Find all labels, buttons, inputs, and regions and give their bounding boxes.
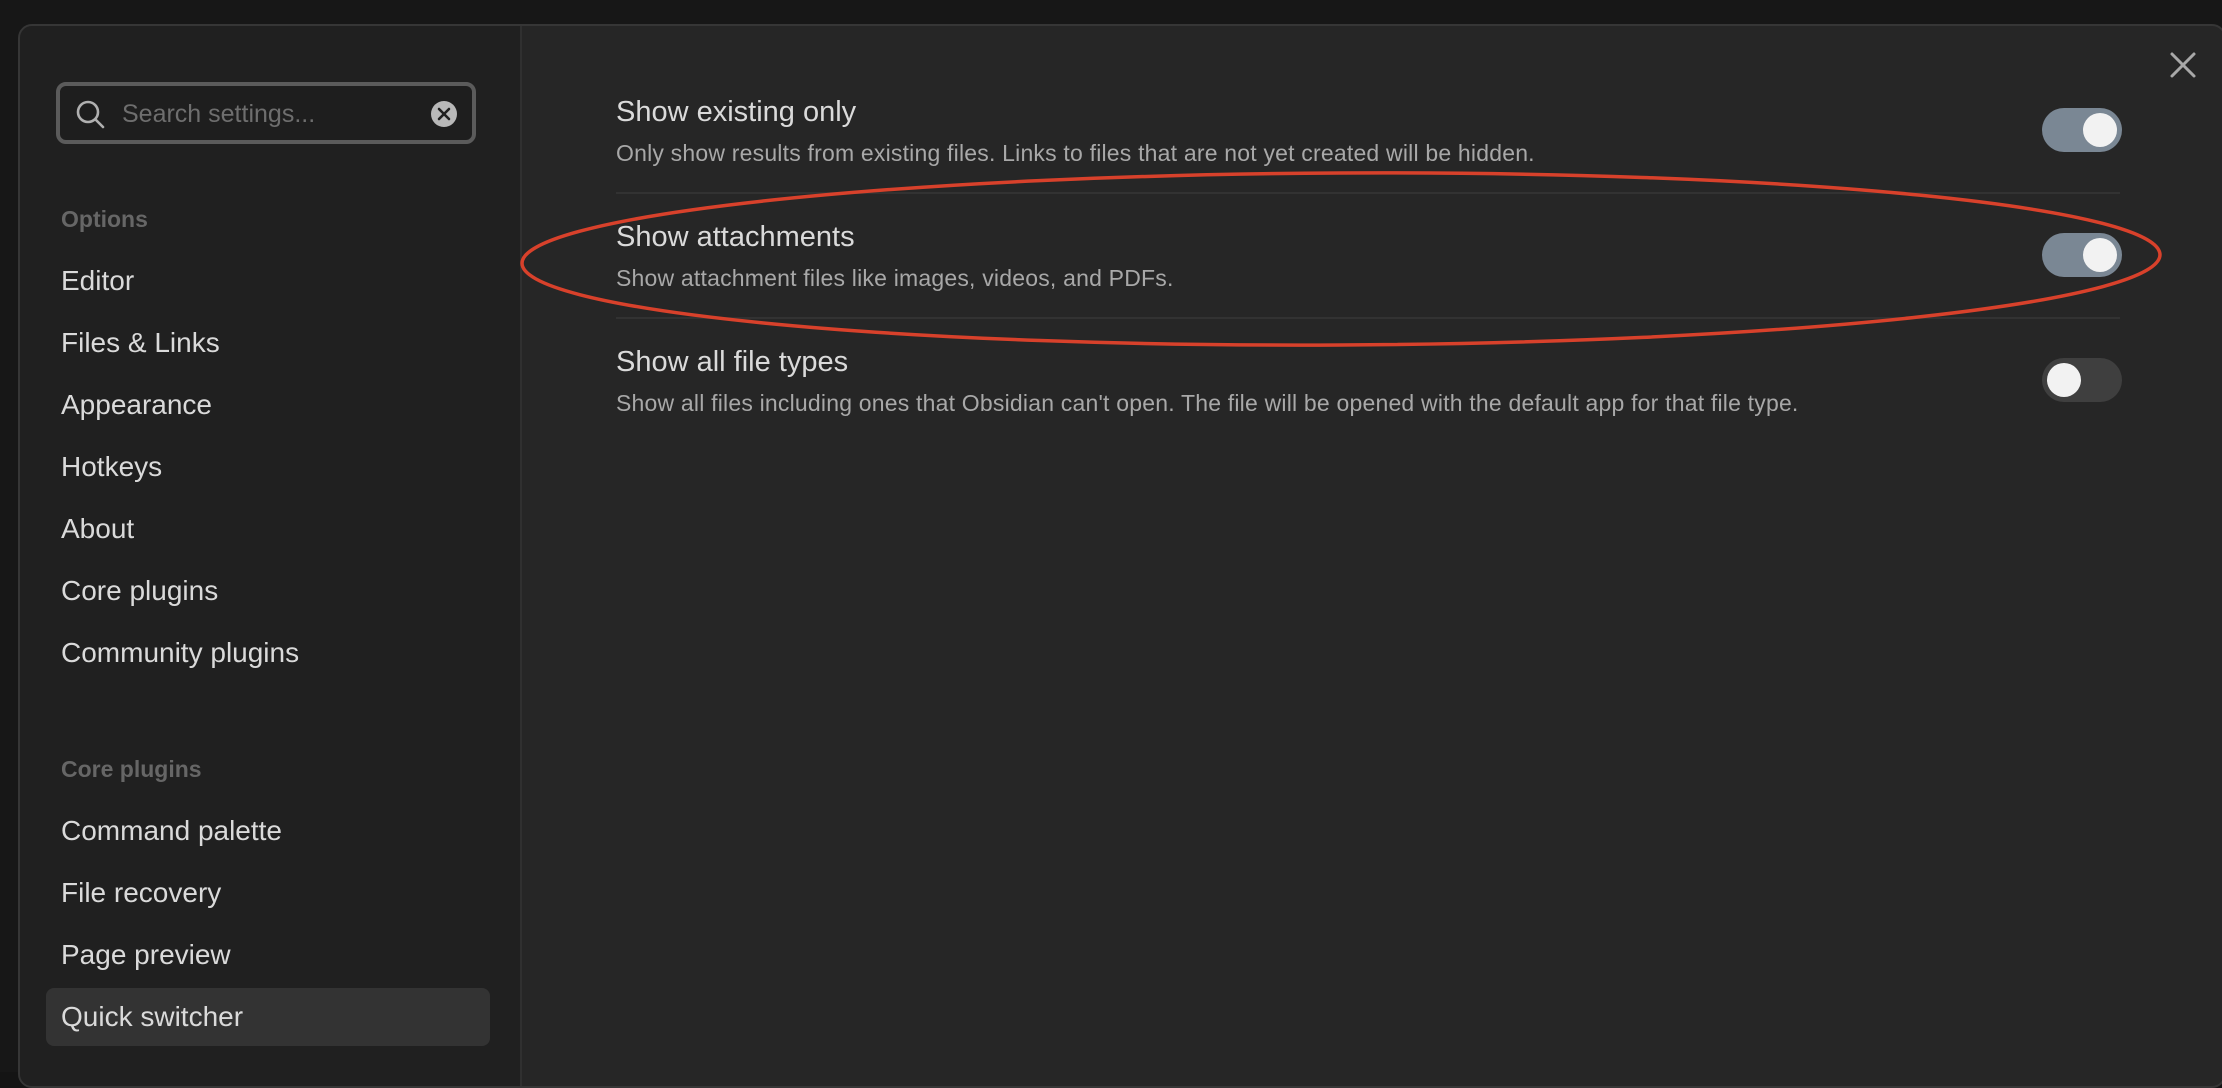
sidebar-item-hotkeys[interactable]: Hotkeys [46, 438, 490, 496]
settings-modal: Options Editor Files & Links Appearance … [18, 24, 2222, 1088]
search-icon [76, 100, 105, 129]
toggle-show-all-file-types[interactable] [2042, 358, 2122, 402]
settings-sidebar: Options Editor Files & Links Appearance … [20, 26, 522, 1086]
settings-content: Show existing only Only show results fro… [522, 26, 2222, 1086]
setting-name: Show attachments [616, 221, 855, 253]
sidebar-item-about[interactable]: About [46, 500, 490, 558]
setting-description: Show all files including ones that Obsid… [616, 390, 1799, 416]
clear-search-icon[interactable] [430, 100, 458, 128]
core-plugins-heading: Core plugins [61, 756, 202, 782]
sidebar-item-quick-switcher[interactable]: Quick switcher [46, 988, 490, 1046]
sidebar-item-editor[interactable]: Editor [46, 252, 490, 310]
toggle-show-attachments[interactable] [2042, 233, 2122, 277]
sidebar-item-command-palette[interactable]: Command palette [46, 802, 490, 860]
setting-description: Only show results from existing files. L… [616, 140, 1535, 166]
toggle-show-existing-only[interactable] [2042, 108, 2122, 152]
search-box[interactable] [56, 82, 476, 144]
options-heading: Options [61, 206, 148, 232]
toggle-knob [2083, 113, 2117, 147]
toggle-knob [2083, 238, 2117, 272]
sidebar-item-page-preview[interactable]: Page preview [46, 926, 490, 984]
sidebar-item-community-plugins[interactable]: Community plugins [46, 624, 490, 682]
setting-divider [616, 192, 2120, 194]
sidebar-item-files-links[interactable]: Files & Links [46, 314, 490, 372]
sidebar-item-file-recovery[interactable]: File recovery [46, 864, 490, 922]
toggle-knob [2047, 363, 2081, 397]
close-icon[interactable] [2166, 48, 2200, 82]
sidebar-item-appearance[interactable]: Appearance [46, 376, 490, 434]
setting-description: Show attachment files like images, video… [616, 265, 1174, 291]
setting-name: Show existing only [616, 96, 857, 128]
setting-name: Show all file types [616, 346, 849, 378]
search-input[interactable] [122, 94, 422, 134]
setting-divider [616, 317, 2120, 319]
sidebar-item-core-plugins[interactable]: Core plugins [46, 562, 490, 620]
